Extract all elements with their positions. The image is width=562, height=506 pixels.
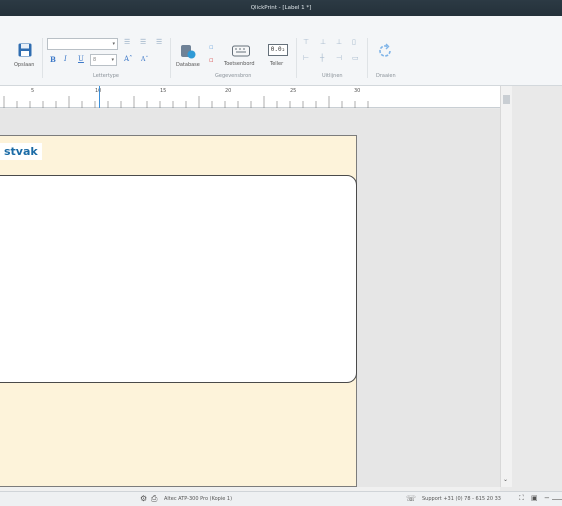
align-top-icon[interactable]: ⊤ <box>303 38 309 46</box>
floppy-disk-icon <box>18 43 32 57</box>
keyboard-label: Toetsenbord <box>224 61 255 67</box>
align-left-edge-icon[interactable]: ⊢ <box>303 54 309 62</box>
stack-icon[interactable]: ▭ <box>352 54 359 62</box>
underline-button[interactable]: U <box>78 55 84 63</box>
counter-icon: 0.0₂ <box>268 44 288 56</box>
title-bar: QlickPrint - [Label 1 *] <box>0 0 562 16</box>
text-box-object[interactable] <box>0 175 357 383</box>
ruler-mark: 25 <box>290 88 297 94</box>
app-window: QlickPrint - [Label 1 *] Opslaan ▾ 8 ▾ B … <box>0 0 562 506</box>
font-family-select[interactable]: ▾ <box>47 38 118 50</box>
status-bar: ⚙ ⎙ Altec ATP-300 Pro (Kopie 1) ☏ Suppor… <box>0 491 562 506</box>
counter-label: Teller <box>270 61 284 67</box>
ruler-cursor-marker <box>99 86 100 108</box>
remove-source-icon[interactable]: ▫ <box>209 56 214 64</box>
fit-width-icon[interactable]: ▣ <box>531 494 538 502</box>
grow-font-button[interactable]: Aˆ <box>124 55 133 63</box>
scroll-down-arrow-icon[interactable]: ⌄ <box>503 476 508 483</box>
chevron-down-icon: ▾ <box>112 41 115 47</box>
datasource-group-label: Gegevensbron <box>215 73 252 79</box>
divider <box>367 38 368 78</box>
font-group-label: Lettertype <box>93 73 119 79</box>
support-icon: ☏ <box>406 494 417 503</box>
align-middle-icon[interactable]: ⊥ <box>320 38 326 46</box>
divider <box>42 38 43 78</box>
scroll-up-button[interactable] <box>503 95 510 104</box>
counter-button[interactable]: 0.0₂ Teller <box>266 43 290 73</box>
horizontal-ruler: 5 10 15 20 25 30 <box>0 86 500 108</box>
zoom-out-icon[interactable]: − <box>544 494 550 502</box>
align-group-label: Uitlijnen <box>322 73 343 79</box>
window-title: QlickPrint - [Label 1 *] <box>250 5 312 11</box>
divider <box>170 38 171 78</box>
database-button[interactable]: Database <box>174 43 202 73</box>
database-label: Database <box>176 62 200 68</box>
ruler-mark: 15 <box>160 88 167 94</box>
save-button[interactable]: Opslaan <box>11 42 39 72</box>
add-source-icon[interactable]: ▫ <box>209 43 214 51</box>
keyboard-icon <box>232 45 250 57</box>
bold-button[interactable]: B <box>50 55 56 64</box>
vertical-scrollbar[interactable]: ⌄ <box>500 86 512 487</box>
label-title-text[interactable]: stvak <box>0 143 42 160</box>
fit-page-icon[interactable]: ⛶ <box>519 494 524 503</box>
align-center-icon[interactable]: ☰ <box>140 38 146 46</box>
font-size-value: 8 <box>93 57 97 63</box>
design-canvas[interactable]: stvak <box>0 109 500 487</box>
save-label: Opslaan <box>14 62 35 68</box>
printer-icon[interactable]: ⎙ <box>151 494 157 504</box>
database-icon <box>181 45 196 59</box>
support-text: Support +31 (0) 78 - 615 20 33 <box>422 496 501 502</box>
italic-button[interactable]: I <box>64 55 67 63</box>
printer-name[interactable]: Altec ATP-300 Pro (Kopie 1) <box>164 496 232 502</box>
ribbon-toolbar: Opslaan ▾ 8 ▾ B I U Aˆ Aˇ ☰ ☰ ☰ Lettertyp… <box>0 16 562 86</box>
zoom-slider[interactable] <box>552 499 562 500</box>
label-page[interactable]: stvak <box>0 135 357 487</box>
ruler-mark: 30 <box>354 88 361 94</box>
rotate-group-label: Draaien <box>376 73 396 79</box>
side-panel <box>512 86 562 487</box>
align-left-icon[interactable]: ☰ <box>124 38 130 46</box>
divider <box>296 38 297 78</box>
ruler-ticks <box>3 96 369 108</box>
align-center-h-icon[interactable]: ┼ <box>320 54 324 62</box>
align-right-icon[interactable]: ☰ <box>156 38 162 46</box>
settings-icon[interactable]: ⚙ <box>140 494 147 503</box>
distribute-icon[interactable]: ▯ <box>352 38 356 46</box>
font-size-select[interactable]: 8 ▾ <box>90 54 117 66</box>
align-bottom-icon[interactable]: ⊥ <box>336 38 342 46</box>
align-right-edge-icon[interactable]: ⊣ <box>336 54 342 62</box>
ruler-mark: 20 <box>225 88 232 94</box>
rotate-icon[interactable] <box>376 42 394 60</box>
keyboard-button[interactable]: Toetsenbord <box>222 43 262 73</box>
ruler-mark: 5 <box>31 88 35 94</box>
chevron-down-icon: ▾ <box>111 57 114 63</box>
shrink-font-button[interactable]: Aˇ <box>141 56 148 63</box>
